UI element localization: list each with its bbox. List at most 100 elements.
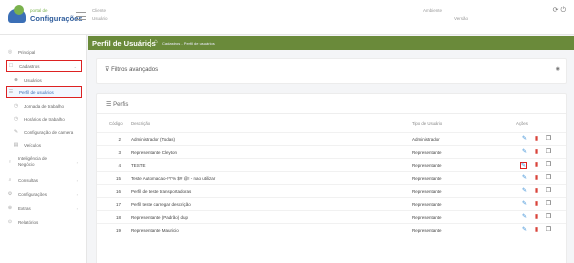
edit-icon[interactable]: ✎ (521, 188, 528, 195)
cell-code: 4 (118, 163, 121, 168)
edit-icon[interactable]: ✎ (521, 175, 528, 182)
sidebar-item-label: Jornada de trabalho (24, 103, 65, 109)
table-row: 2 Administrador (Todas) Administrador ✎ … (97, 132, 566, 145)
top-right-actions[interactable]: ⟳ ⏻ (553, 6, 566, 15)
top-bar: portal de Configurações Cliente Usuário … (0, 0, 574, 35)
edit-icon[interactable]: ✎ (521, 201, 528, 208)
logout-icon[interactable]: ⏻ (560, 7, 566, 14)
delete-icon[interactable]: ▮ (533, 201, 540, 208)
sidebar-item-jornada[interactable]: ◷ Jornada de trabalho (12, 100, 82, 112)
home-icon[interactable]: ⌂ (154, 39, 158, 45)
menu-toggle-icon[interactable] (76, 12, 86, 20)
sidebar-item-label: Extras (18, 205, 31, 211)
copy-icon[interactable]: ❐ (545, 227, 552, 234)
cell-type: Representante (412, 176, 442, 181)
cell-code: 18 (115, 215, 121, 220)
page-title: Perfil de Usuários (92, 39, 156, 48)
edit-icon[interactable]: ✎ (521, 136, 528, 143)
edit-icon[interactable]: ✎ (521, 149, 528, 156)
sidebar-item-label: Usuários (24, 77, 42, 83)
cell-code: 3 (118, 150, 121, 155)
sidebar-item-configuracoes[interactable]: ⚙ Configurações › (6, 188, 82, 200)
delete-icon[interactable]: ▮ (533, 149, 540, 156)
copy-icon[interactable]: ❐ (545, 162, 552, 169)
cliente-label: Cliente (92, 8, 107, 13)
copy-icon[interactable]: ❐ (545, 175, 552, 182)
plus-icon: ⊕ (7, 205, 13, 211)
delete-icon[interactable]: ▮ (533, 136, 540, 143)
chevron-right-icon: › (76, 159, 78, 165)
users-icon: ☻ (13, 77, 19, 83)
edit-icon[interactable]: ✎ (521, 227, 528, 234)
delete-icon[interactable]: ▮ (533, 188, 540, 195)
page-header: Perfil de Usuários ⌂ Cadastros - Perfil … (88, 36, 574, 50)
cell-type: Representante (412, 163, 442, 168)
edit-icon[interactable]: ✎ (521, 214, 528, 221)
sidebar-item-label: Configuração de camera (24, 129, 74, 135)
cell-type: Administrador (412, 137, 440, 142)
sidebar-item-label: Consultas (18, 177, 39, 183)
sidebar-item-usuarios[interactable]: ☻ Usuários (12, 74, 82, 86)
refresh-icon[interactable]: ⟳ (553, 7, 559, 14)
filters-title[interactable]: ⊽ Filtros avançados (105, 66, 158, 73)
cell-description: Representante Cleyton (131, 150, 178, 155)
copy-icon[interactable]: ❐ (545, 149, 552, 156)
cell-code: 2 (118, 137, 121, 142)
delete-icon[interactable]: ▮ (533, 175, 540, 182)
gear-icon: ⚙ (7, 191, 13, 197)
pencil-icon: ✎ (13, 129, 19, 135)
sidebar-item-label: Inteligência de Negócio (18, 156, 48, 167)
filter-icon: ⊽ (105, 67, 110, 73)
sidebar-item-horarios[interactable]: ◷ Horários de trabalho (12, 113, 82, 125)
cell-description: Representante Mauricio (131, 228, 179, 233)
sidebar-item-label: Horários de trabalho (24, 116, 65, 122)
cell-description: TESTE (131, 163, 146, 168)
clock-icon: ◷ (13, 116, 19, 122)
filters-card[interactable]: ⊽ Filtros avançados ◉ (96, 58, 567, 84)
sidebar-item-veiculos[interactable]: ▤ Veículos (12, 139, 82, 151)
cell-description: Teste Automacao-!*!'% $# @! - nao utiliz… (131, 176, 216, 181)
versao-label: Versão (454, 16, 469, 21)
logo-subtitle: portal de (30, 8, 48, 13)
sidebar-item-label: Cadastros (19, 63, 40, 69)
app-logo[interactable]: portal de Configurações (8, 5, 83, 28)
column-header-code[interactable]: Código (109, 121, 123, 126)
cloud-logo-icon (8, 5, 26, 23)
sidebar-item-extras[interactable]: ⊕ Extras › (6, 202, 82, 214)
cell-code: 19 (115, 228, 121, 233)
cell-code: 16 (115, 189, 121, 194)
list-icon: ☰ (8, 89, 14, 95)
cell-type: Representante (412, 202, 442, 207)
cell-type: Representante (412, 189, 442, 194)
sidebar-item-relatorios[interactable]: ⊙ Relatórios (6, 216, 82, 228)
sidebar-item-perfil-de-usuarios[interactable]: ☰ Perfil de usuários (6, 86, 82, 98)
perfis-title: ☰ Perfis (106, 101, 128, 108)
table-row: 19 Representante Mauricio Representante … (97, 223, 566, 236)
edit-icon[interactable]: ✎ (520, 162, 527, 169)
sidebar-item-cadastros[interactable]: ☐ Cadastros ⌄ (6, 60, 82, 72)
sidebar-item-consultas[interactable]: ⌕ Consultas › (6, 174, 82, 186)
chevron-right-icon: › (76, 177, 78, 183)
delete-icon[interactable]: ▮ (533, 162, 540, 169)
copy-icon[interactable]: ❐ (545, 136, 552, 143)
table-row: 17 Perfil teste carregar descrição Repre… (97, 197, 566, 210)
copy-icon[interactable]: ❐ (545, 201, 552, 208)
delete-icon[interactable]: ▮ (533, 227, 540, 234)
sidebar-item-principal[interactable]: ◎ Principal (6, 46, 82, 58)
perfis-card: ☰ Perfis Código Descrição Tipo de Usuári… (96, 93, 567, 263)
table-row: 15 Teste Automacao-!*!'% $# @! - nao uti… (97, 171, 566, 184)
chevron-down-icon: ⌄ (73, 63, 77, 69)
cell-description: Representante (Padrão) dup (131, 215, 189, 220)
sidebar-item-camera[interactable]: ✎ Configuração de camera (12, 126, 82, 138)
column-header-description[interactable]: Descrição (131, 121, 150, 126)
delete-icon[interactable]: ▮ (533, 214, 540, 221)
copy-icon[interactable]: ❐ (545, 188, 552, 195)
eye-icon[interactable]: ◉ (556, 66, 560, 72)
sidebar-item-inteligencia[interactable]: ♀ Inteligência de Negócio › (6, 153, 82, 171)
grid-icon: ◎ (7, 49, 13, 55)
copy-icon[interactable]: ❐ (545, 214, 552, 221)
sidebar-item-label: Configurações (18, 191, 48, 197)
filters-title-text: Filtros avançados (111, 67, 159, 73)
usuario-label: Usuário (92, 16, 108, 21)
column-header-type[interactable]: Tipo de Usuário (412, 121, 442, 126)
